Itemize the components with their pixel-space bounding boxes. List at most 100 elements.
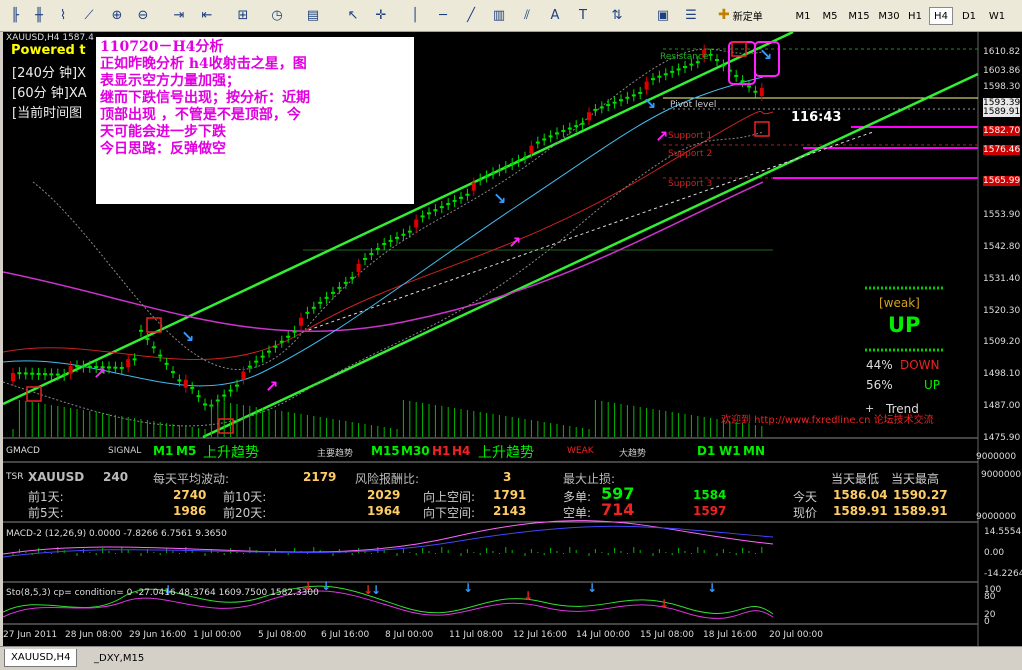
candle-body bbox=[158, 354, 163, 357]
tf-m1[interactable]: M1 bbox=[792, 7, 814, 25]
macd-label: MACD-2 (12,26,9) 0.0000 -7.8266 6.7561 9… bbox=[6, 529, 227, 539]
crosshair-icon[interactable]: ✛ bbox=[370, 5, 392, 25]
navigator-icon[interactable]: ▣ bbox=[652, 5, 674, 25]
price-axis-label: 1610.82 bbox=[983, 47, 1021, 57]
candle-body bbox=[580, 122, 585, 125]
time-axis-label: 1 Jul 00:00 bbox=[193, 630, 242, 640]
candle-body bbox=[484, 175, 489, 178]
tsr-period: 240 bbox=[103, 470, 129, 484]
tsr-short: 714 bbox=[601, 500, 635, 519]
candle-body bbox=[190, 386, 195, 389]
tf-m15[interactable]: M15 bbox=[845, 7, 873, 25]
zoom-in-icon[interactable]: ⊕ bbox=[106, 5, 128, 25]
line-chart-icon-2[interactable]: ⟋ bbox=[78, 5, 100, 25]
tf-w1[interactable]: W1 bbox=[985, 7, 1009, 25]
candle-body bbox=[235, 384, 239, 387]
time-axis-label: 11 Jul 08:00 bbox=[449, 630, 503, 640]
tsr-short-label: 空单: bbox=[563, 506, 592, 520]
candle-body bbox=[171, 371, 175, 374]
candle-chart-icon[interactable]: ╫ bbox=[28, 5, 50, 25]
candle-body bbox=[542, 138, 547, 141]
indicators-icon[interactable]: ⊞ bbox=[232, 5, 254, 25]
tf-d1[interactable]: D1 bbox=[958, 7, 980, 25]
arrows-icon[interactable]: ⇅ bbox=[606, 5, 628, 25]
bar-chart-icon[interactable]: ╟ bbox=[4, 5, 26, 25]
cursor-icon[interactable]: ↖ bbox=[342, 5, 364, 25]
candle-body bbox=[427, 212, 431, 215]
market-watch-icon[interactable]: ☰ bbox=[680, 5, 702, 25]
candle-body bbox=[670, 70, 675, 73]
chart-shift-icon[interactable]: ⇤ bbox=[196, 5, 218, 25]
new-order-button[interactable]: ✚ 新定单 bbox=[718, 3, 784, 27]
periods-icon[interactable]: ◷ bbox=[266, 5, 288, 25]
candle-body bbox=[433, 209, 438, 212]
note-line: 今日思路：反弹做空 bbox=[100, 141, 226, 157]
tsr-symbol: XAUUSD bbox=[28, 470, 85, 484]
candle-body bbox=[414, 219, 419, 228]
text-icon[interactable]: A bbox=[544, 5, 566, 25]
price-axis-label: 1576.46 bbox=[983, 145, 1021, 155]
highlight-box-1 bbox=[728, 41, 756, 85]
candle-body bbox=[177, 379, 182, 382]
tsr-low-label: 当天最低 bbox=[831, 472, 880, 486]
candle-body bbox=[299, 317, 303, 326]
candle-body bbox=[286, 335, 291, 338]
candle-body bbox=[260, 355, 265, 358]
candle-body bbox=[721, 64, 726, 67]
candle-body bbox=[164, 362, 169, 365]
gmacd-m1: M1 bbox=[153, 444, 174, 458]
chart-window[interactable]: ↘ ↘ ↘ ↘ ↗ ↗ ↗ ↗ ↓ ↓ ↓ ↓ ↓ ↓ ↓ ↓ ↓ ↓ XAUUSD,H4 1587.4 Powe… bbox=[3, 32, 1022, 646]
candle-body bbox=[363, 257, 367, 260]
candle-body bbox=[119, 366, 124, 369]
candle-body bbox=[471, 182, 476, 191]
pivot-label: Pivot level bbox=[670, 100, 717, 110]
time-axis-label: 5 Jul 08:00 bbox=[258, 630, 307, 640]
tsr-now-label: 现价 bbox=[793, 506, 818, 520]
candle-body bbox=[273, 345, 278, 348]
sto-arrow-icon: ↓ bbox=[371, 583, 381, 597]
tf-m5[interactable]: M5 bbox=[818, 7, 842, 25]
trendline-icon[interactable]: ╱ bbox=[460, 5, 482, 25]
zoom-out-icon[interactable]: ⊖ bbox=[132, 5, 154, 25]
equidistant-channel-icon[interactable]: ⫽ bbox=[516, 5, 538, 25]
gmacd-scale: 9000000 bbox=[976, 452, 1017, 462]
tsr-d5: 1986 bbox=[173, 504, 207, 518]
down-arrow-icon: ↘ bbox=[759, 45, 772, 64]
candle-body bbox=[55, 373, 60, 376]
tsr-now-low: 1589.91 bbox=[833, 504, 888, 518]
candle-body bbox=[734, 74, 739, 77]
chart-tabs: XAUUSD,H4 _DXY,M15 bbox=[0, 646, 1022, 670]
candle-body bbox=[241, 371, 246, 380]
vertical-line-icon[interactable]: │ bbox=[404, 5, 426, 25]
tf-h1[interactable]: H1 bbox=[904, 7, 926, 25]
candle-body bbox=[331, 291, 335, 294]
candle-body bbox=[651, 78, 655, 81]
autoscroll-icon[interactable]: ⇥ bbox=[168, 5, 190, 25]
time-axis-label: 14 Jul 00:00 bbox=[576, 630, 630, 640]
line-chart-icon[interactable]: ⌇ bbox=[52, 5, 74, 25]
candle-body bbox=[407, 230, 412, 233]
tf-h4[interactable]: H4 bbox=[929, 7, 953, 25]
templates-icon[interactable]: ▤ bbox=[302, 5, 324, 25]
resistance-label: Resistance bbox=[660, 52, 709, 62]
horizontal-line-icon[interactable]: ─ bbox=[432, 5, 454, 25]
support2-label: Support 2 bbox=[668, 149, 713, 159]
tsr-risk-label: 风险报酬比: bbox=[355, 472, 420, 486]
tab-dxy-m15[interactable]: _DXY,M15 bbox=[88, 649, 150, 667]
text-label-icon[interactable]: T bbox=[572, 5, 594, 25]
candle-body bbox=[324, 296, 329, 299]
up-arrow-icon: ↗ bbox=[655, 127, 668, 146]
tsr-long2: 1584 bbox=[693, 488, 727, 502]
tab-xauusd-h4[interactable]: XAUUSD,H4 bbox=[4, 649, 78, 667]
candle-body bbox=[548, 135, 553, 138]
tsr-label: TSR bbox=[6, 472, 24, 482]
candle-body bbox=[113, 366, 118, 369]
tf-m30[interactable]: M30 bbox=[875, 7, 903, 25]
watermark-link[interactable]: 欢迎到 http://www.fxredline.cn 论坛技术交流 bbox=[721, 411, 934, 426]
candle-body bbox=[663, 73, 668, 76]
fibonacci-icon[interactable]: ▥ bbox=[488, 5, 510, 25]
candle-body bbox=[17, 372, 22, 375]
tsr-today-label: 今天 bbox=[793, 490, 818, 504]
gmacd-mn: MN bbox=[743, 444, 765, 458]
gmacd-m15: M15 bbox=[371, 444, 400, 458]
